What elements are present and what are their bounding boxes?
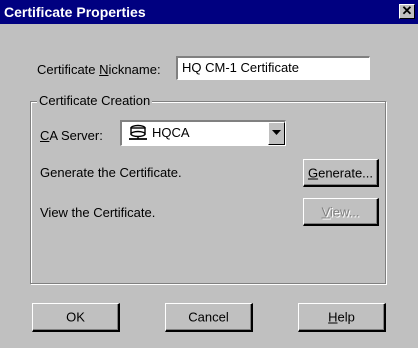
close-icon: ✕ <box>401 3 413 18</box>
help-button-label: Help <box>328 309 355 325</box>
ok-button[interactable]: OK <box>32 303 120 332</box>
ca-server-value: HQCA <box>152 125 190 140</box>
cancel-button-label: Cancel <box>188 309 229 325</box>
group-legend: Certificate Creation <box>37 93 153 108</box>
certificate-properties-dialog: Certificate Properties ✕ Certificate Nic… <box>0 0 418 348</box>
server-icon <box>129 124 147 140</box>
nickname-field[interactable]: HQ CM-1 Certificate <box>176 56 370 80</box>
window-title: Certificate Properties <box>4 4 146 20</box>
ok-button-label: OK <box>66 309 85 325</box>
help-button[interactable]: Help <box>298 303 386 332</box>
generate-text: Generate the Certificate. <box>40 165 182 180</box>
generate-button[interactable]: Generate... <box>303 159 379 187</box>
view-button-label: View... <box>321 204 360 219</box>
cancel-button[interactable]: Cancel <box>165 303 253 332</box>
title-bar: Certificate Properties ✕ <box>0 0 418 24</box>
close-button[interactable]: ✕ <box>399 4 415 19</box>
ca-server-label: CA Server: <box>40 128 103 143</box>
generate-button-label: Generate... <box>307 165 374 180</box>
view-button[interactable]: View... <box>303 198 379 226</box>
chevron-down-icon <box>272 130 281 135</box>
view-text: View the Certificate. <box>40 205 156 220</box>
dropdown-arrow-button[interactable] <box>268 122 285 145</box>
nickname-label: Certificate Nickname: <box>37 62 161 77</box>
ca-server-select[interactable]: HQCA <box>120 120 286 146</box>
